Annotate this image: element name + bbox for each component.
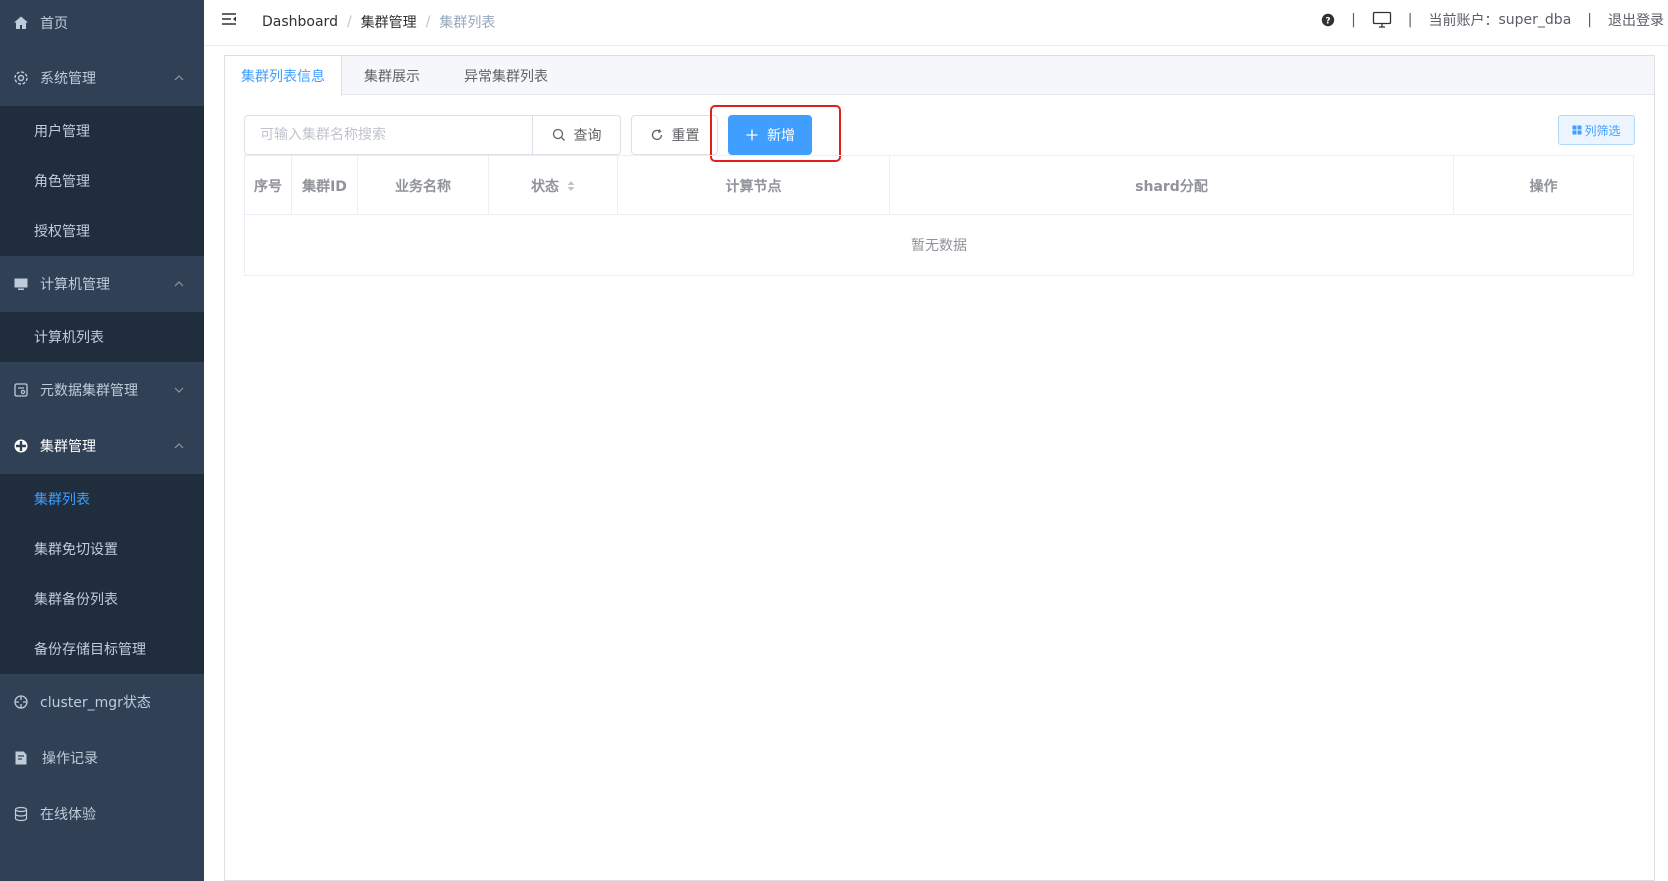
svg-text:?: ? — [1325, 16, 1330, 26]
sidebar-item-system[interactable]: 系统管理 — [0, 50, 204, 106]
tab-cluster-list-info[interactable]: 集群列表信息 — [225, 56, 342, 96]
column-header-label: 集群ID — [302, 178, 347, 195]
query-button[interactable]: 查询 — [532, 115, 621, 155]
chevron-down-icon — [174, 387, 184, 393]
tab-abnormal-cluster-list[interactable]: 异常集群列表 — [442, 56, 570, 95]
column-header-index: 序号 — [245, 156, 292, 215]
breadcrumb-cluster-management[interactable]: 集群管理 — [361, 12, 417, 32]
main-card: 集群列表信息 集群展示 异常集群列表 查询 重置 新增 列筛选 序号 集群ID … — [224, 55, 1655, 881]
tab-cluster-display[interactable]: 集群展示 — [342, 56, 442, 95]
column-header-label: 计算节点 — [725, 178, 782, 195]
current-account-label: 当前账户： — [1428, 13, 1499, 29]
column-header-label: 序号 — [254, 178, 282, 195]
sidebar-item-label: 计算机管理 — [40, 277, 110, 293]
sidebar: 首页 系统管理 用户管理 角色管理 授权管理 计算机管理 计算机列表 元数据集群… — [0, 0, 204, 881]
submenu-computer: 计算机列表 — [0, 312, 204, 362]
sidebar-item-label: 集群管理 — [40, 439, 96, 455]
sidebar-item-label: 首页 — [40, 16, 68, 32]
sidebar-item-label: 在线体验 — [40, 807, 96, 823]
column-header-label: 状态 — [531, 178, 559, 195]
sidebar-item-label: cluster_mgr状态 — [40, 695, 151, 711]
fullscreen-monitor-icon[interactable] — [1372, 11, 1392, 29]
breadcrumb-dashboard[interactable]: Dashboard — [262, 14, 338, 30]
cluster-table: 序号 集群ID 业务名称 状态 计算节点 shard分配 操作 暂无数据 — [244, 155, 1634, 276]
database-panel-icon — [12, 381, 30, 399]
crosshair-icon — [12, 693, 30, 711]
column-header-compute-nodes: 计算节点 — [618, 156, 890, 215]
sort-caret-icon[interactable] — [567, 180, 575, 192]
sidebar-item-home[interactable]: 首页 — [0, 0, 204, 50]
sidebar-item-label: 操作记录 — [42, 751, 98, 767]
breadcrumb-separator: / — [346, 14, 352, 30]
column-header-label: 业务名称 — [395, 178, 451, 195]
header-separator: | — [1407, 12, 1413, 28]
add-button-label: 新增 — [767, 128, 795, 144]
document-edit-icon — [12, 749, 30, 767]
table-header: 序号 集群ID 业务名称 状态 计算节点 shard分配 操作 — [245, 156, 1633, 215]
breadcrumb-separator: / — [425, 14, 431, 30]
header-separator: | — [1587, 12, 1592, 28]
sidebar-item-cluster-failover[interactable]: 集群免切设置 — [0, 524, 204, 574]
plus-icon — [746, 129, 758, 141]
current-account-name: super_dba — [1498, 12, 1572, 28]
query-button-label: 查询 — [573, 128, 602, 144]
column-header-cluster-id: 集群ID — [292, 156, 358, 215]
refresh-icon — [651, 129, 662, 141]
breadcrumb: Dashboard / 集群管理 / 集群列表 — [262, 12, 495, 32]
gear-icon — [12, 69, 30, 87]
chevron-up-icon — [174, 443, 184, 449]
sidebar-item-computer-list[interactable]: 计算机列表 — [0, 312, 204, 362]
column-header-shard-allocation: shard分配 — [890, 156, 1454, 215]
sidebar-item-oplog[interactable]: 操作记录 — [0, 730, 204, 786]
column-header-business-name: 业务名称 — [358, 156, 489, 215]
search-icon — [552, 128, 565, 141]
hamburger-menu-icon[interactable] — [220, 10, 238, 28]
sidebar-item-cluster[interactable]: 集群管理 — [0, 418, 204, 474]
cluster-name-search-input[interactable] — [244, 115, 533, 155]
column-header-actions: 操作 — [1454, 156, 1633, 215]
home-icon — [12, 14, 30, 32]
sidebar-item-label: 元数据集群管理 — [40, 383, 138, 399]
breadcrumb-cluster-list: 集群列表 — [439, 15, 496, 31]
chevron-up-icon — [174, 281, 184, 287]
table-empty-text: 暂无数据 — [911, 238, 967, 254]
submenu-system: 用户管理 角色管理 授权管理 — [0, 106, 204, 256]
logout-link[interactable]: 退出登录 — [1608, 10, 1664, 30]
reset-button-label: 重置 — [671, 128, 700, 144]
sidebar-item-users[interactable]: 用户管理 — [0, 106, 204, 156]
question-circle-icon[interactable]: ? — [1321, 13, 1335, 27]
column-filter-button[interactable]: 列筛选 — [1558, 115, 1635, 145]
header-actions: ? | | 当前账户： super_dba | 退出登录 — [1321, 10, 1664, 30]
header-separator: | — [1351, 12, 1356, 28]
database-icon — [12, 805, 30, 823]
sidebar-item-computer[interactable]: 计算机管理 — [0, 256, 204, 312]
top-navbar: Dashboard / 集群管理 / 集群列表 ? | | 当前账户： supe… — [204, 0, 1668, 46]
sidebar-item-roles[interactable]: 角色管理 — [0, 156, 204, 206]
chevron-up-icon — [174, 75, 184, 81]
sidebar-item-label: 系统管理 — [40, 71, 96, 87]
sidebar-item-cluster-backup[interactable]: 集群备份列表 — [0, 574, 204, 624]
sidebar-item-backup-storage[interactable]: 备份存储目标管理 — [0, 624, 204, 674]
column-header-label: shard分配 — [1135, 178, 1208, 195]
sidebar-item-metadata[interactable]: 元数据集群管理 — [0, 362, 204, 418]
cluster-icon — [12, 437, 30, 455]
grid-icon — [1572, 125, 1582, 135]
monitor-icon — [12, 275, 30, 293]
sidebar-item-cluster-mgr[interactable]: cluster_mgr状态 — [0, 674, 204, 730]
column-filter-label: 列筛选 — [1584, 123, 1621, 138]
tabs-header: 集群列表信息 集群展示 异常集群列表 — [225, 56, 1654, 96]
column-header-label: 操作 — [1529, 178, 1558, 195]
reset-button[interactable]: 重置 — [631, 115, 718, 155]
submenu-cluster: 集群列表 集群免切设置 集群备份列表 备份存储目标管理 — [0, 474, 204, 674]
column-header-status[interactable]: 状态 — [489, 156, 618, 215]
add-button[interactable]: 新增 — [728, 115, 812, 155]
sidebar-item-online[interactable]: 在线体验 — [0, 786, 204, 842]
sidebar-item-permissions[interactable]: 授权管理 — [0, 206, 204, 256]
sidebar-item-cluster-list[interactable]: 集群列表 — [0, 474, 204, 524]
